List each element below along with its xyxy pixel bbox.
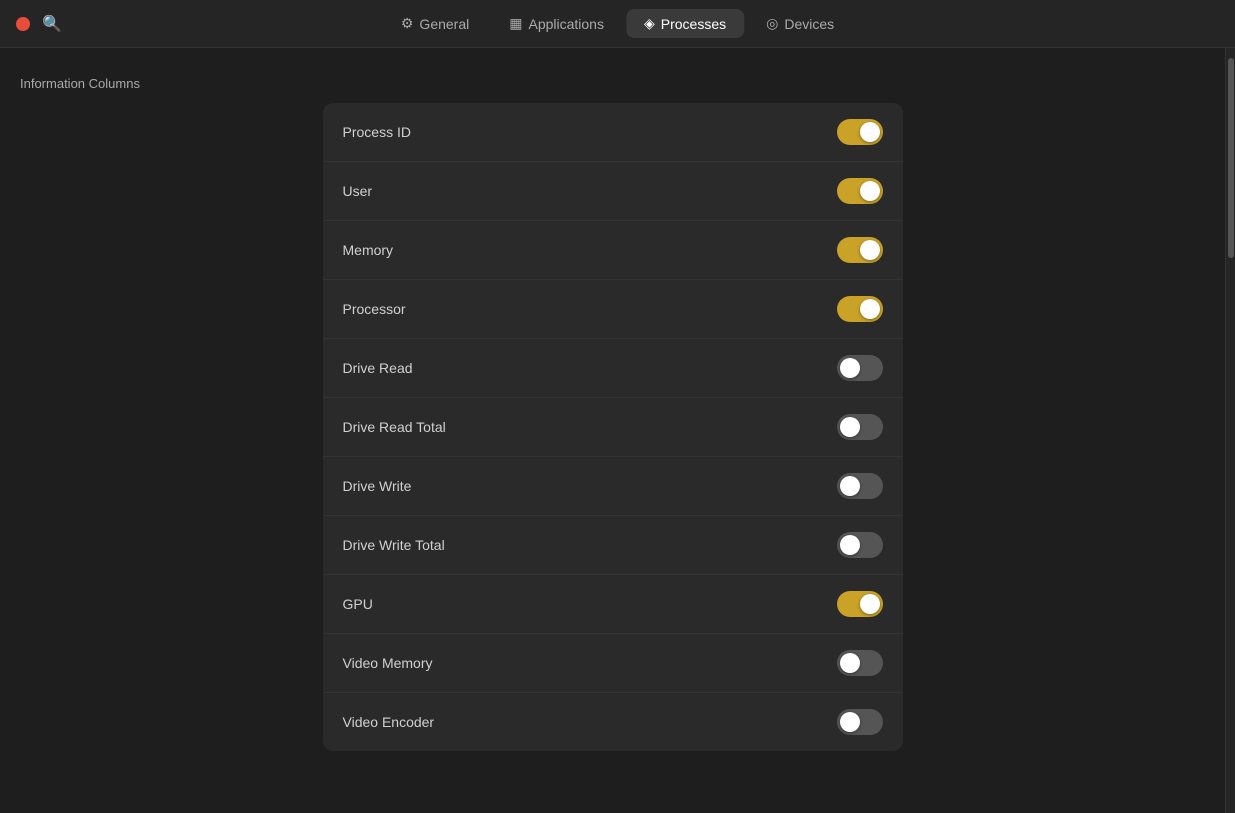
toggle-7[interactable] bbox=[837, 532, 883, 558]
toggle-3[interactable] bbox=[837, 296, 883, 322]
settings-row: Drive Write Total bbox=[323, 516, 903, 575]
devices-label: Devices bbox=[784, 16, 834, 32]
processes-icon: ◈ bbox=[644, 15, 655, 32]
toggle-0[interactable] bbox=[837, 119, 883, 145]
settings-row: Process ID bbox=[323, 103, 903, 162]
toggle-knob-3 bbox=[860, 299, 880, 319]
tab-general[interactable]: ⚙ General bbox=[383, 9, 487, 38]
row-label-0: Process ID bbox=[343, 124, 411, 140]
toggle-knob-1 bbox=[860, 181, 880, 201]
topbar: 🔍 ⚙ General ▦ Applications ◈ Processes ◎ Device… bbox=[0, 0, 1235, 48]
toggle-knob-2 bbox=[860, 240, 880, 260]
settings-row: Drive Read bbox=[323, 339, 903, 398]
tab-processes[interactable]: ◈ Processes bbox=[626, 9, 744, 38]
toggle-knob-10 bbox=[840, 712, 860, 732]
toggle-9[interactable] bbox=[837, 650, 883, 676]
toggle-6[interactable] bbox=[837, 473, 883, 499]
toggle-knob-5 bbox=[840, 417, 860, 437]
toggle-knob-4 bbox=[840, 358, 860, 378]
devices-icon: ◎ bbox=[766, 15, 778, 32]
settings-row: Video Memory bbox=[323, 634, 903, 693]
row-label-1: User bbox=[343, 183, 373, 199]
settings-row: Drive Read Total bbox=[323, 398, 903, 457]
processes-label: Processes bbox=[661, 16, 726, 32]
toggle-2[interactable] bbox=[837, 237, 883, 263]
row-label-9: Video Memory bbox=[343, 655, 433, 671]
toggle-knob-0 bbox=[860, 122, 880, 142]
settings-area: Information Columns Process ID User Memory… bbox=[0, 48, 1225, 813]
toggle-4[interactable] bbox=[837, 355, 883, 381]
row-label-7: Drive Write Total bbox=[343, 537, 445, 553]
toggle-knob-6 bbox=[840, 476, 860, 496]
tab-devices[interactable]: ◎ Devices bbox=[748, 9, 852, 38]
toggle-5[interactable] bbox=[837, 414, 883, 440]
general-label: General bbox=[419, 16, 469, 32]
close-button[interactable] bbox=[16, 17, 30, 31]
settings-row: Drive Write bbox=[323, 457, 903, 516]
row-label-5: Drive Read Total bbox=[343, 419, 446, 435]
toggle-10[interactable] bbox=[837, 709, 883, 735]
main-content: Information Columns Process ID User Memory… bbox=[0, 48, 1235, 813]
row-label-6: Drive Write bbox=[343, 478, 412, 494]
toggle-1[interactable] bbox=[837, 178, 883, 204]
toggle-8[interactable] bbox=[837, 591, 883, 617]
applications-label: Applications bbox=[528, 16, 604, 32]
row-label-10: Video Encoder bbox=[343, 714, 435, 730]
settings-row: Processor bbox=[323, 280, 903, 339]
row-label-4: Drive Read bbox=[343, 360, 413, 376]
settings-row: GPU bbox=[323, 575, 903, 634]
section-title: Information Columns bbox=[20, 76, 1205, 91]
applications-icon: ▦ bbox=[509, 15, 522, 32]
scrollbar-track[interactable] bbox=[1225, 48, 1235, 813]
toggle-knob-9 bbox=[840, 653, 860, 673]
topbar-left: 🔍 bbox=[16, 14, 62, 34]
scrollbar-thumb[interactable] bbox=[1228, 58, 1234, 258]
general-icon: ⚙ bbox=[401, 15, 414, 32]
settings-card: Process ID User Memory Processor Drive Read D… bbox=[323, 103, 903, 751]
row-label-2: Memory bbox=[343, 242, 394, 258]
settings-row: Memory bbox=[323, 221, 903, 280]
toggle-knob-7 bbox=[840, 535, 860, 555]
settings-row: User bbox=[323, 162, 903, 221]
topbar-tabs: ⚙ General ▦ Applications ◈ Processes ◎ Devices bbox=[383, 9, 852, 38]
row-label-3: Processor bbox=[343, 301, 406, 317]
search-icon[interactable]: 🔍 bbox=[42, 14, 62, 34]
tab-applications[interactable]: ▦ Applications bbox=[491, 9, 622, 38]
row-label-8: GPU bbox=[343, 596, 373, 612]
settings-row: Video Encoder bbox=[323, 693, 903, 751]
toggle-knob-8 bbox=[860, 594, 880, 614]
